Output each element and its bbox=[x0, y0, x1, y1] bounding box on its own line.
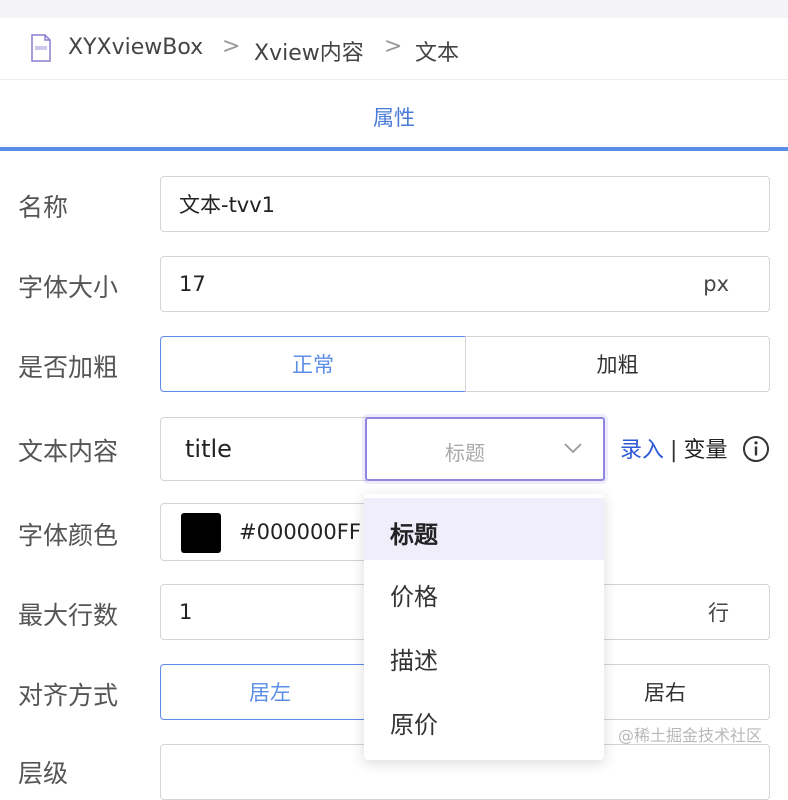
text-content-value: title bbox=[185, 435, 232, 463]
dropdown-option-price[interactable]: 价格 bbox=[364, 560, 604, 622]
max-lines-value: 1 bbox=[179, 600, 193, 624]
tab-properties[interactable]: 属性 bbox=[0, 102, 788, 132]
tab-bar: 属性 bbox=[0, 80, 788, 148]
breadcrumb-item-current: 文本 bbox=[415, 41, 460, 66]
level-label: 层级 bbox=[18, 759, 69, 788]
max-lines-label: 最大行数 bbox=[18, 601, 119, 630]
dropdown-option-original-price[interactable]: 原价 bbox=[364, 688, 604, 750]
breadcrumb-separator: > bbox=[384, 34, 403, 59]
text-file-icon bbox=[31, 34, 51, 62]
top-strip bbox=[0, 0, 788, 18]
color-swatch[interactable] bbox=[181, 513, 221, 553]
text-source-links: 录入 | 变量 bbox=[620, 432, 727, 464]
text-content-label: 文本内容 bbox=[18, 437, 119, 466]
breadcrumb-separator: > bbox=[222, 34, 241, 59]
breadcrumb: XYXviewBox > Xview内容 > 文本 bbox=[0, 18, 788, 80]
record-link[interactable]: 录入 bbox=[620, 438, 664, 463]
tab-active-indicator bbox=[0, 147, 788, 151]
font-size-label: 字体大小 bbox=[18, 273, 119, 302]
select-value: 标题 bbox=[445, 441, 485, 465]
text-content-select[interactable]: 标题 bbox=[365, 417, 605, 481]
bold-option-bold[interactable]: 加粗 bbox=[465, 336, 770, 392]
breadcrumb-item-content[interactable]: Xview内容 bbox=[254, 35, 364, 67]
max-lines-unit: 行 bbox=[708, 601, 729, 625]
chevron-down-icon bbox=[564, 443, 582, 454]
info-icon[interactable] bbox=[742, 435, 770, 463]
dropdown-option-description[interactable]: 描述 bbox=[364, 624, 604, 686]
font-size-value: 17 bbox=[179, 272, 206, 296]
font-size-field[interactable]: 17 px bbox=[160, 256, 770, 312]
text-content-field[interactable]: title bbox=[160, 417, 370, 481]
font-color-value: #000000FF bbox=[239, 520, 361, 544]
select-dropdown: 标题 价格 描述 原价 bbox=[364, 494, 604, 760]
variable-link[interactable]: 变量 bbox=[683, 438, 727, 463]
bold-label: 是否加粗 bbox=[18, 353, 119, 382]
align-label: 对齐方式 bbox=[18, 681, 119, 710]
dropdown-option-title[interactable]: 标题 bbox=[364, 498, 604, 560]
name-label: 名称 bbox=[18, 193, 69, 222]
name-field[interactable]: 文本-tvv1 bbox=[160, 176, 770, 232]
breadcrumb-item-root[interactable]: XYXviewBox bbox=[68, 35, 203, 60]
name-value: 文本-tvv1 bbox=[179, 193, 276, 217]
align-option-left[interactable]: 居左 bbox=[160, 664, 380, 720]
bold-option-normal[interactable]: 正常 bbox=[160, 336, 466, 392]
font-color-label: 字体颜色 bbox=[18, 521, 119, 550]
link-divider: | bbox=[670, 438, 678, 463]
font-size-unit: px bbox=[703, 272, 729, 296]
watermark: @稀土掘金技术社区 bbox=[618, 726, 763, 745]
